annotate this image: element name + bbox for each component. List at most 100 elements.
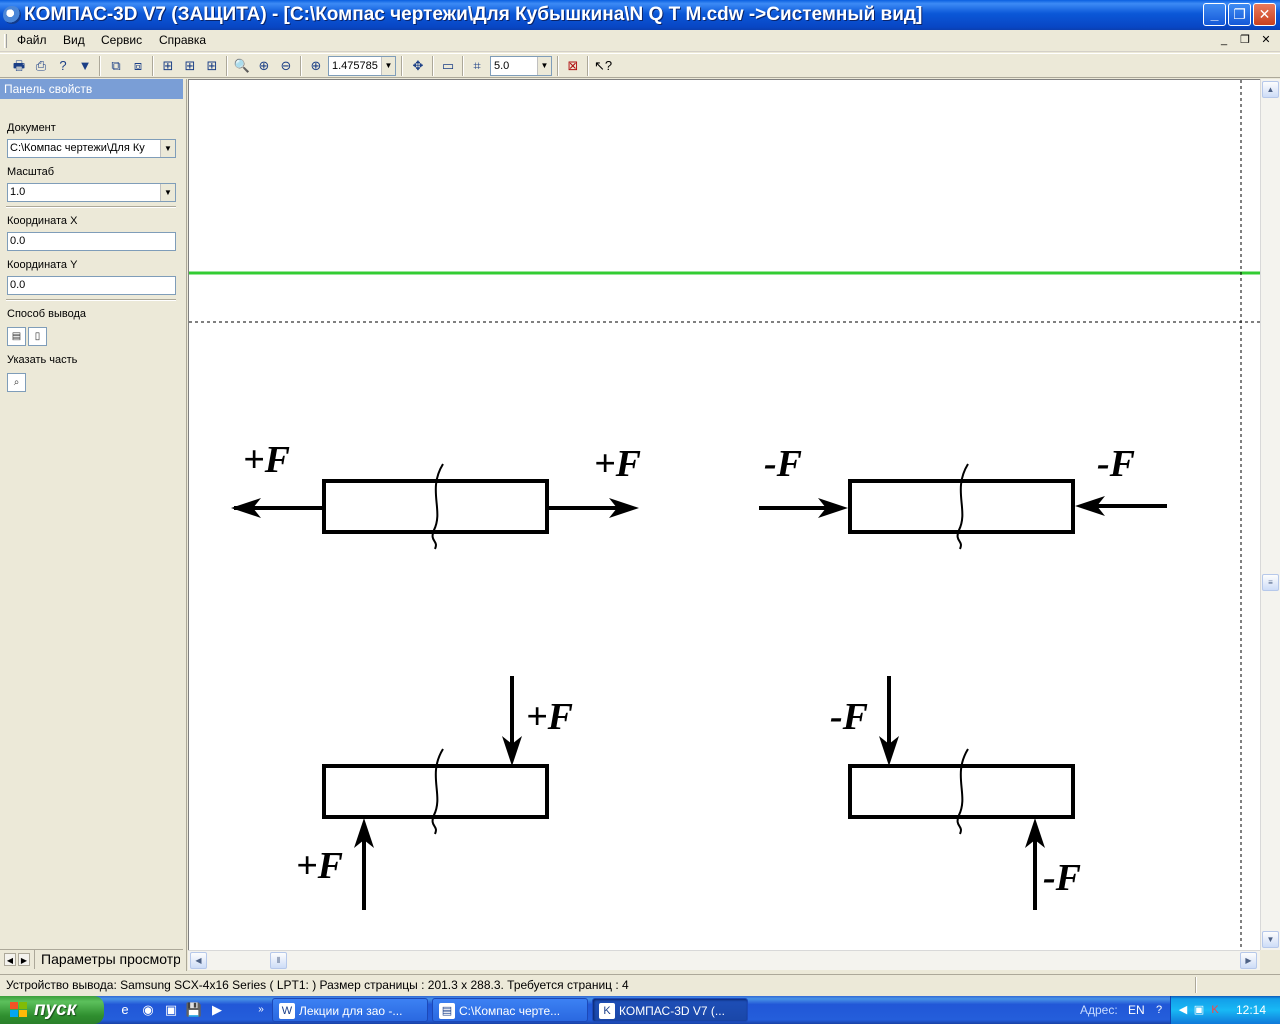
mdi-minimize-button[interactable]: _	[1216, 32, 1232, 48]
desktop-icon[interactable]: ▣	[162, 1001, 180, 1019]
coord-x-label: Координата X	[7, 215, 78, 227]
menu-help[interactable]: Справка	[159, 33, 206, 47]
ie-icon[interactable]: e	[116, 1001, 134, 1019]
fit-cols-icon[interactable]: ⊞	[180, 56, 200, 76]
window-title: КОМПАС-3D V7 (ЗАЩИТА) - [C:\Компас черте…	[24, 4, 923, 25]
minimize-button[interactable]: _	[1203, 3, 1226, 26]
vertical-scrollbar[interactable]: ▲ ≡ ▼	[1260, 79, 1280, 950]
step-icon[interactable]: ⌗	[467, 56, 487, 76]
word-icon: W	[279, 1003, 295, 1019]
panel-header: Панель свойств	[0, 79, 183, 99]
help-icon[interactable]: ?	[53, 56, 73, 76]
help-tray-icon[interactable]: ?	[1151, 1002, 1167, 1018]
scroll-right-icon[interactable]: ▶	[1240, 952, 1257, 969]
break-line	[431, 463, 444, 550]
toolbar-separator	[557, 56, 559, 76]
select-part-label: Указать часть	[7, 354, 78, 366]
antivirus-icon[interactable]: K	[1207, 1002, 1223, 1018]
select-part-icon[interactable]: ⌕	[7, 373, 26, 392]
positive-shear-diagram: +F +F	[296, 676, 573, 910]
context-help-icon[interactable]: ↖?	[593, 56, 613, 76]
menu-bar: Файл Вид Сервис Справка _ ❐ ✕	[0, 30, 1280, 52]
network-icon[interactable]: ▣	[1191, 1002, 1207, 1018]
tab-view-parameters[interactable]: Параметры просмотр	[34, 950, 180, 969]
scroll-left-icon[interactable]: ◀	[190, 952, 207, 969]
back-icon[interactable]: ◀	[1175, 1002, 1191, 1018]
output-mode-label: Способ вывода	[7, 308, 86, 320]
zoom-icon[interactable]: 🔍	[232, 56, 252, 76]
system-tray: ◀ ▣ K 12:14	[1170, 996, 1280, 1024]
zoom-combo[interactable]: 1.475785 ▼	[328, 56, 396, 76]
task-word[interactable]: W Лекции для зао -...	[272, 998, 428, 1022]
mdi-close-button[interactable]: ✕	[1258, 32, 1274, 48]
task-kompas[interactable]: K КОМПАС-3D V7 (...	[592, 998, 748, 1022]
scroll-thumb-horizontal[interactable]: ⦀	[270, 952, 287, 969]
toolbar-separator	[152, 56, 154, 76]
drawing-canvas[interactable]: +F +F -F -F +F +F -F -F	[188, 79, 1260, 950]
fit-grid-icon[interactable]: ⊞	[202, 56, 222, 76]
copy-layout-icon[interactable]: ⧉	[106, 56, 126, 76]
save-icon[interactable]: 💾	[185, 1001, 203, 1019]
taskbar: пуск e ◉ ▣ 💾 ▶ » W Лекции для зао -... ▤…	[0, 996, 1280, 1024]
show-all-icon[interactable]: ▭	[438, 56, 458, 76]
zoom-value: 1.475785	[332, 60, 378, 72]
mdi-restore-button[interactable]: ❐	[1237, 32, 1253, 48]
properties-panel: Панель свойств Документ C:\Компас чертеж…	[0, 79, 187, 971]
task-explorer[interactable]: ▤ C:\Компас черте...	[432, 998, 588, 1022]
language-indicator[interactable]: EN	[1128, 996, 1145, 1024]
step-combo[interactable]: 5.0 ▼	[490, 56, 552, 76]
kompas-app-icon[interactable]	[3, 6, 21, 24]
document-select[interactable]: C:\Компас чертежи\Для Ку ▼	[7, 139, 176, 158]
force-label: +F	[594, 443, 641, 485]
scale-select[interactable]: 1.0 ▼	[7, 183, 176, 202]
chevron-down-icon[interactable]: ▼	[381, 57, 395, 75]
toolbar-separator	[587, 56, 589, 76]
toolbar-separator	[432, 56, 434, 76]
tab-next-icon[interactable]: ▶	[18, 953, 30, 966]
panel-divider	[6, 206, 176, 208]
panel-tabbar: ◀ ▶ Параметры просмотр	[0, 949, 183, 969]
print-icon[interactable]: 🖶	[9, 56, 29, 76]
status-separator	[1195, 977, 1197, 993]
scroll-down-icon[interactable]: ▼	[1262, 931, 1279, 948]
start-label: пуск	[34, 999, 77, 1020]
output-sheet-icon[interactable]: ▯	[28, 327, 47, 346]
menu-service[interactable]: Сервис	[101, 33, 142, 47]
chevron-down-icon[interactable]: ▼	[160, 140, 175, 157]
fit-rows-icon[interactable]: ⊞	[158, 56, 178, 76]
menu-file[interactable]: Файл	[17, 33, 47, 47]
scroll-corner	[1260, 950, 1280, 970]
output-page-icon[interactable]: ▤	[7, 327, 26, 346]
clock[interactable]: 12:14	[1236, 996, 1266, 1024]
print-preview-icon[interactable]: ⎙	[31, 56, 51, 76]
chevron-down-icon[interactable]: ▼	[160, 184, 175, 201]
coord-x-input[interactable]: 0.0	[7, 232, 176, 251]
menu-view[interactable]: Вид	[63, 33, 85, 47]
zoom-in-icon[interactable]: ⊕	[254, 56, 274, 76]
break-line	[956, 463, 969, 550]
coord-y-input[interactable]: 0.0	[7, 276, 176, 295]
scale-label: Масштаб	[7, 166, 55, 178]
pan-icon[interactable]: ✥	[408, 56, 428, 76]
scroll-up-icon[interactable]: ▲	[1262, 81, 1279, 98]
quicklaunch-more-icon[interactable]: »	[252, 1001, 270, 1019]
chevron-down-icon[interactable]: ▼	[537, 57, 551, 75]
close-preview-icon[interactable]: ⊠	[563, 56, 583, 76]
media-icon[interactable]: ◉	[139, 1001, 157, 1019]
zoom-scale-icon[interactable]: ⊕	[306, 56, 326, 76]
scroll-thumb-vertical[interactable]: ≡	[1262, 574, 1279, 591]
player-icon[interactable]: ▶	[208, 1001, 226, 1019]
filter-icon[interactable]: ▼	[75, 56, 95, 76]
zoom-out-icon[interactable]: ⊖	[276, 56, 296, 76]
drawing-svg: +F +F -F -F +F +F -F -F	[189, 80, 1260, 950]
force-label: -F	[764, 443, 802, 485]
close-button[interactable]: ✕	[1253, 3, 1276, 26]
maximize-button[interactable]: ❐	[1228, 3, 1251, 26]
toolbar-separator	[401, 56, 403, 76]
panel-divider	[6, 299, 176, 301]
move-sheets-icon[interactable]: ⧈	[128, 56, 148, 76]
task-label: КОМПАС-3D V7 (...	[619, 1004, 725, 1018]
horizontal-scrollbar[interactable]: ◀ ⦀ ▶	[188, 950, 1260, 970]
start-button[interactable]: пуск	[0, 996, 104, 1024]
tab-prev-icon[interactable]: ◀	[4, 953, 16, 966]
